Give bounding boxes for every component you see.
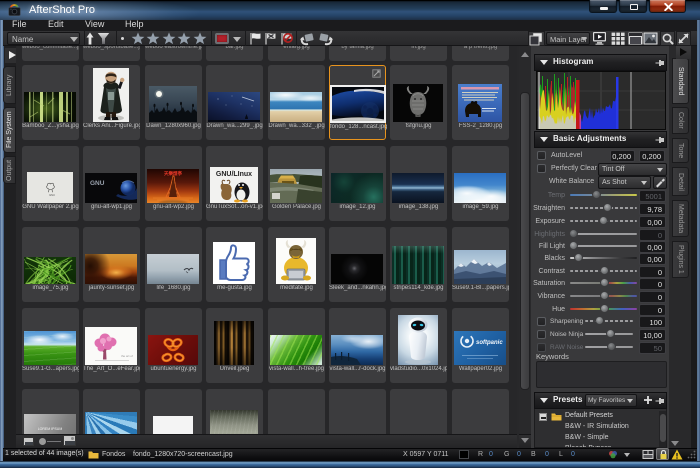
svg-text:GNU: GNU <box>49 193 55 197</box>
svg-text:GNU/LInux: GNU/LInux <box>216 171 252 178</box>
svg-text:GNU: GNU <box>90 180 105 187</box>
svg-text:softpanic: softpanic <box>476 340 503 346</box>
svg-text:the art of: the art of <box>121 354 133 358</box>
